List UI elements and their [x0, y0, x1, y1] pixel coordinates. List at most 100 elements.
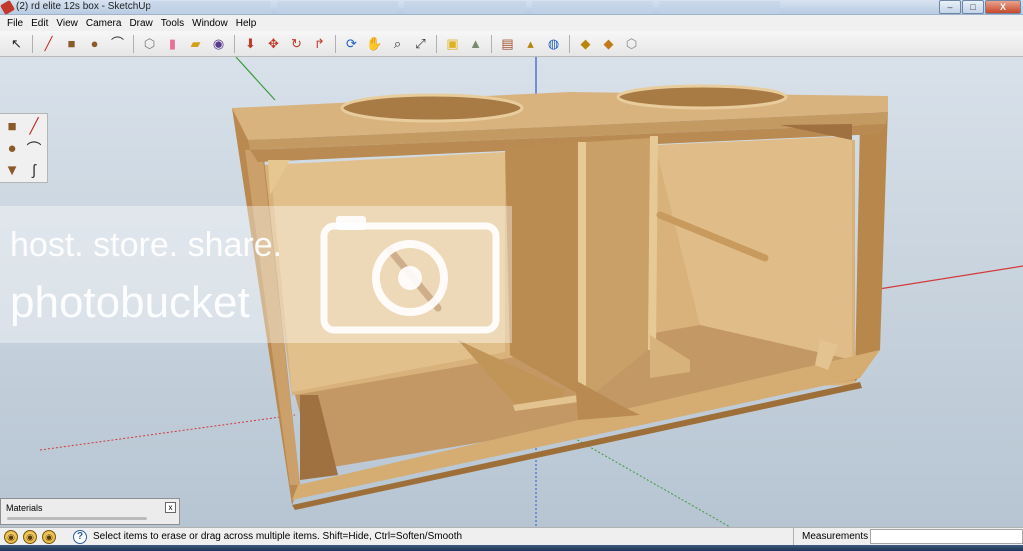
rectangle-tool-icon[interactable]: ■	[2, 116, 22, 136]
drawing-tool-palette: ■ ╱ ● ⌒ ▼ ʃ	[0, 113, 48, 183]
move-tool-icon: ✥	[268, 36, 279, 51]
menu-tools[interactable]: Tools	[157, 18, 188, 29]
add-location-tool-icon: ▣	[446, 36, 459, 51]
eraser-tool-icon: ▮	[168, 36, 177, 51]
menu-view[interactable]: View	[52, 18, 82, 29]
select-tool-button[interactable]: ↖	[6, 33, 27, 54]
pan-tool-button[interactable]: ✋	[364, 33, 385, 54]
zoom-tool-button[interactable]: ⌕	[387, 33, 408, 54]
sketchup-app-icon	[0, 0, 16, 16]
box-right-wall	[855, 108, 888, 382]
zoom-tool-icon: ⌕	[393, 36, 402, 51]
line-tool-icon: ╱	[44, 36, 53, 51]
menu-bar: File Edit View Camera Draw Tools Window …	[0, 15, 1023, 31]
get-models-tool-icon: ▤	[501, 36, 514, 51]
arc-tool-icon: ⌒	[110, 36, 124, 51]
window-title: (2) rd elite 12s box - SketchUp	[16, 1, 152, 12]
move-tool-button[interactable]: ✥	[263, 33, 284, 54]
tape-measure-tool-button[interactable]: ▰	[185, 33, 206, 54]
credits-icon[interactable]: ◉	[23, 530, 37, 544]
menu-window[interactable]: Window	[188, 18, 232, 29]
zoom-extents-tool-button[interactable]: ⤢	[410, 33, 431, 54]
line-tool-icon[interactable]: ╱	[24, 116, 44, 136]
close-button[interactable]: X	[985, 0, 1021, 14]
rotate-tool-button[interactable]: ↻	[286, 33, 307, 54]
os-taskbar	[0, 545, 1023, 551]
toggle-terrain-tool-button[interactable]: ▲	[465, 33, 486, 54]
google-earth-tool-icon: ◍	[547, 36, 560, 51]
push-pull-tool-icon: ⬇	[245, 36, 256, 51]
orbit-tool-icon: ⟳	[346, 36, 357, 51]
blurred-tab	[404, 1, 526, 14]
toolbar-separator	[491, 34, 492, 53]
circle-tool-icon: ●	[90, 36, 99, 51]
status-bar: ◉ ◉ ◉ ? Select items to erase or drag ac…	[0, 527, 1023, 545]
line-tool-button[interactable]: ╱	[38, 33, 59, 54]
freehand-tool-icon[interactable]: ʃ	[24, 160, 44, 180]
extension-warehouse-tool-button[interactable]: ⬡	[621, 33, 642, 54]
google-earth-tool-button[interactable]: ◍	[543, 33, 564, 54]
make-component-tool-button[interactable]: ⬡	[139, 33, 160, 54]
blurred-tab	[531, 1, 653, 14]
share-model-tool-button[interactable]: ▴	[520, 33, 541, 54]
follow-me-tool-icon: ↱	[314, 36, 325, 51]
maximize-button[interactable]: □	[962, 0, 984, 14]
watermark-brand: photobucket	[10, 278, 250, 327]
circle-tool-icon[interactable]: ●	[2, 138, 22, 158]
geo-location-icon[interactable]: ◉	[4, 530, 18, 544]
share-component-tool-button[interactable]: ◆	[598, 33, 619, 54]
menu-draw[interactable]: Draw	[125, 18, 156, 29]
materials-panel-slider[interactable]	[7, 517, 147, 520]
menu-file[interactable]: File	[3, 18, 27, 29]
measurements-input[interactable]	[870, 529, 1023, 544]
background-taskbar-tabs	[150, 1, 781, 14]
paint-bucket-tool-button[interactable]: ◉	[208, 33, 229, 54]
orbit-tool-button[interactable]: ⟳	[341, 33, 362, 54]
main-toolbar: ↖ ╱ ■ ● ⌒ ⬡ ▮ ▰ ◉ ⬇ ✥ ↻ ↱ ⟳ ✋ ⌕ ⤢ ▣ ▲ ▤ ▴ ◍ ◆ ◆ ⬡	[0, 31, 1023, 57]
blurred-tab	[277, 1, 399, 14]
zoom-extents-tool-icon: ⤢	[415, 36, 426, 51]
menu-help[interactable]: Help	[232, 18, 261, 29]
toolbar-separator	[569, 34, 570, 53]
select-tool-icon: ↖	[11, 36, 22, 51]
polygon-tool-icon[interactable]: ▼	[2, 160, 22, 180]
arc-tool-button[interactable]: ⌒	[107, 33, 128, 54]
divider-left-edge	[578, 142, 586, 400]
minimize-button[interactable]: –	[939, 0, 961, 14]
watermark-camera-icon	[320, 216, 500, 334]
help-icon[interactable]: ?	[73, 530, 87, 544]
photobucket-watermark: host. store. share. photobucket	[0, 206, 512, 343]
share-component-tool-icon: ◆	[603, 36, 614, 51]
toolbar-separator	[234, 34, 235, 53]
rectangle-tool-button[interactable]: ■	[61, 33, 82, 54]
watermark-tagline: host. store. share.	[10, 226, 283, 264]
add-location-tool-button[interactable]: ▣	[442, 33, 463, 54]
share-model-tool-icon: ▴	[527, 36, 534, 51]
menu-edit[interactable]: Edit	[27, 18, 52, 29]
follow-me-tool-button[interactable]: ↱	[309, 33, 330, 54]
title-bar: (2) rd elite 12s box - SketchUp – □ X	[0, 0, 1023, 16]
make-component-tool-icon: ⬡	[143, 36, 156, 51]
get-components-tool-button[interactable]: ◆	[575, 33, 596, 54]
paint-bucket-tool-icon: ◉	[212, 36, 225, 51]
tape-measure-tool-icon: ▰	[190, 36, 201, 51]
left-speaker-cutout	[340, 93, 524, 123]
circle-tool-button[interactable]: ●	[84, 33, 105, 54]
arc-tool-icon[interactable]: ⌒	[24, 138, 44, 158]
eraser-tool-button[interactable]: ▮	[162, 33, 183, 54]
right-speaker-cutout	[616, 84, 788, 110]
status-message: Select items to erase or drag across mul…	[93, 531, 463, 542]
measurements-label: Measurements	[793, 528, 869, 545]
pan-tool-icon: ✋	[366, 36, 383, 51]
materials-panel-close-button[interactable]: x	[165, 502, 176, 513]
materials-panel[interactable]: Materials x	[0, 498, 180, 525]
push-pull-tool-button[interactable]: ⬇	[240, 33, 261, 54]
menu-camera[interactable]: Camera	[82, 18, 126, 29]
toolbar-separator	[133, 34, 134, 53]
toolbar-separator	[436, 34, 437, 53]
divider-left-face	[505, 142, 580, 395]
user-icon[interactable]: ◉	[42, 530, 56, 544]
blurred-tab	[150, 1, 272, 14]
get-models-tool-button[interactable]: ▤	[497, 33, 518, 54]
rotate-tool-icon: ↻	[291, 36, 302, 51]
